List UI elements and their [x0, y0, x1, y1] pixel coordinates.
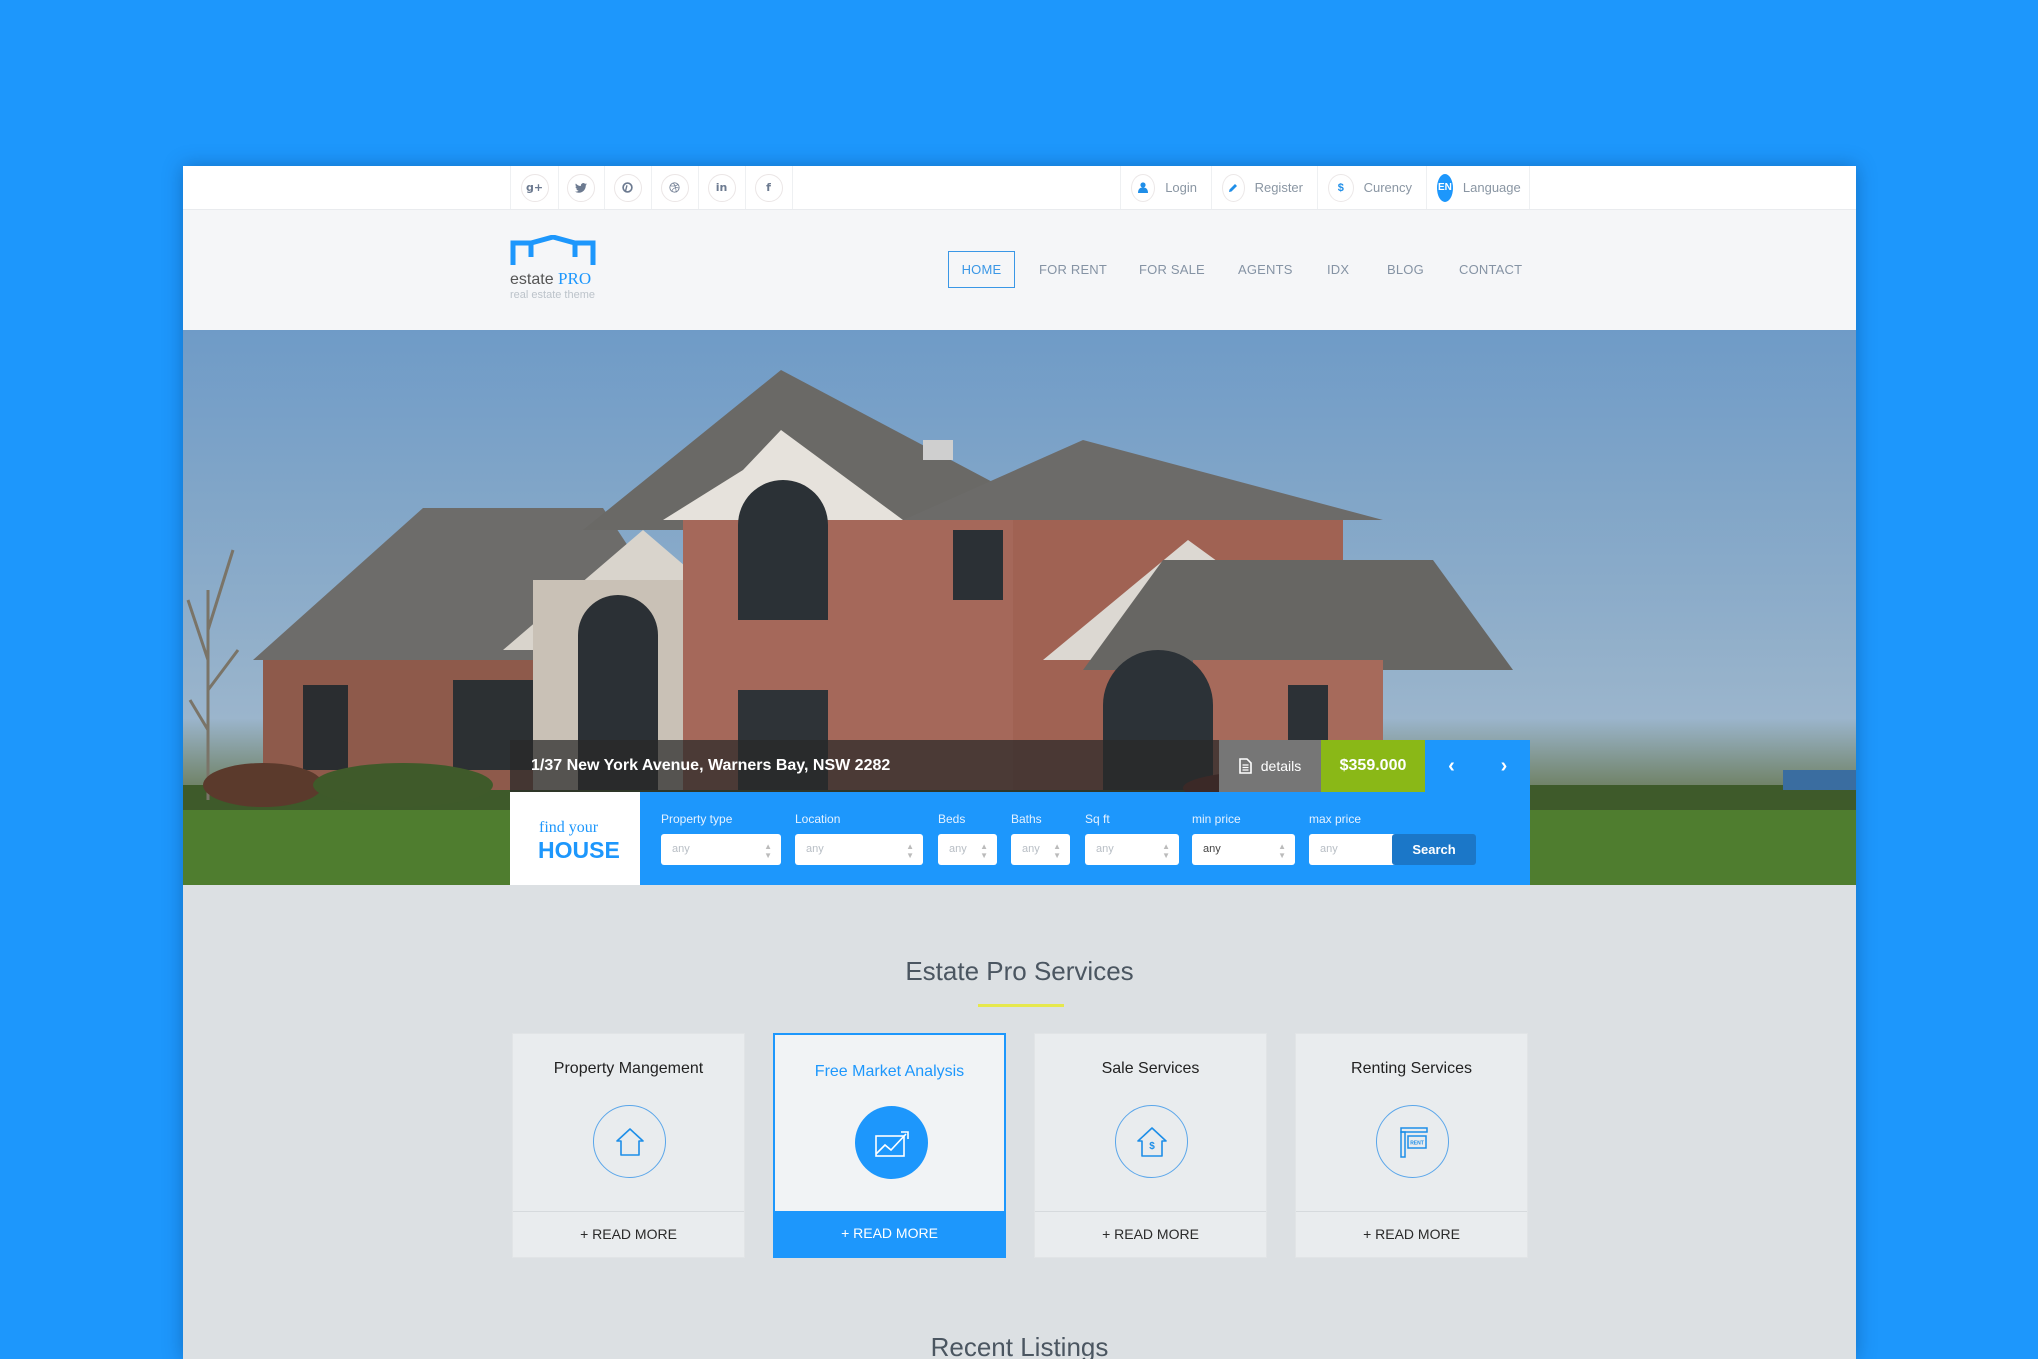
svg-text:$: $ — [1149, 1141, 1155, 1152]
nav-blog[interactable]: BLOG — [1387, 251, 1424, 288]
website-frame: g+ in f Login Register $ Curency EN Lang… — [183, 166, 1856, 1359]
main-header: estate PRO real estate theme HOME FOR RE… — [183, 210, 1856, 330]
dribbble-link[interactable] — [651, 166, 699, 209]
twitter-link[interactable] — [557, 166, 605, 209]
logo-text: estate PRO — [510, 269, 592, 288]
dollar-icon: $ — [1328, 173, 1354, 202]
nav-home[interactable]: HOME — [948, 251, 1015, 288]
language-selector[interactable]: EN Language — [1427, 166, 1530, 209]
login-link[interactable]: Login — [1120, 166, 1212, 209]
register-label: Register — [1254, 180, 1303, 195]
listing-address: 1/37 New York Avenue, Warners Bay, NSW 2… — [531, 757, 891, 774]
currency-label: Curency — [1363, 180, 1412, 195]
service-card-property-management[interactable]: Property Mangement + READ MORE — [512, 1033, 745, 1258]
language-label: Language — [1462, 180, 1521, 195]
updown-icon: ▲▼ — [1278, 842, 1286, 860]
updown-icon: ▲▼ — [764, 842, 772, 860]
chart-icon — [855, 1106, 928, 1179]
chevron-left-icon: ‹ — [1448, 754, 1455, 777]
min-price-select[interactable]: any ▲ ▼ — [1192, 834, 1295, 865]
hero-slider: 1/37 New York Avenue, Warners Bay, NSW 2… — [183, 330, 1856, 885]
location-label: Location — [795, 812, 841, 826]
svg-text:RENT: RENT — [1410, 1140, 1424, 1146]
currency-selector[interactable]: $ Curency — [1318, 166, 1427, 209]
recent-listings-heading: Recent Listings — [930, 1332, 1109, 1359]
google-plus-icon: g+ — [520, 173, 549, 202]
document-icon — [1238, 758, 1252, 774]
logo-roof-icon — [510, 235, 596, 265]
read-more-link[interactable]: + READ MORE — [1035, 1211, 1266, 1257]
find-your-text: find your — [539, 819, 599, 836]
beds-label: Beds — [938, 812, 966, 826]
baths-select[interactable]: any ▲ ▼ — [1011, 834, 1070, 865]
nav-contact[interactable]: CONTACT — [1459, 251, 1522, 288]
login-label: Login — [1165, 180, 1197, 195]
updown-icon: ▲▼ — [906, 842, 914, 860]
listing-caption: 1/37 New York Avenue, Warners Bay, NSW 2… — [510, 740, 1530, 792]
read-more-link[interactable]: + READ MORE — [1296, 1211, 1527, 1257]
service-card-title: Free Market Analysis — [814, 1063, 965, 1080]
house-text: HOUSE — [538, 837, 620, 863]
service-card-title: Renting Services — [1351, 1060, 1472, 1077]
house-dollar-icon: $ — [1115, 1105, 1188, 1178]
service-card-title: Property Mangement — [553, 1060, 704, 1077]
rent-sign-icon: RENT — [1376, 1105, 1449, 1178]
updown-icon: ▲▼ — [980, 842, 988, 860]
details-label: details — [1260, 758, 1302, 774]
max-price-label: max price — [1309, 812, 1362, 826]
nav-for-rent[interactable]: FOR RENT — [1039, 251, 1107, 288]
pinterest-link[interactable] — [604, 166, 652, 209]
nav-agents[interactable]: AGENTS — [1238, 251, 1293, 288]
details-button[interactable]: details — [1219, 740, 1321, 792]
facebook-icon: f — [754, 173, 783, 202]
read-more-link[interactable]: + READ MORE — [775, 1211, 1004, 1256]
google-plus-link[interactable]: g+ — [510, 166, 559, 209]
chevron-right-icon: › — [1500, 754, 1508, 777]
services-heading: Estate Pro Services — [905, 956, 1134, 986]
linkedin-icon: in — [707, 173, 736, 202]
pinterest-icon — [613, 173, 642, 202]
linkedin-link[interactable]: in — [698, 166, 746, 209]
sqft-label: Sq ft — [1085, 812, 1110, 826]
dribbble-icon — [660, 173, 689, 202]
listing-price: $359.000 — [1321, 740, 1425, 792]
heading-underline — [978, 1004, 1064, 1007]
baths-label: Baths — [1011, 812, 1042, 826]
top-bar: g+ in f Login Register $ Curency EN Lang… — [183, 166, 1856, 210]
updown-icon: ▲▼ — [1053, 842, 1061, 860]
sqft-select[interactable]: any ▲ ▼ — [1085, 834, 1179, 865]
service-card-market-analysis[interactable]: Free Market Analysis + READ MORE — [773, 1033, 1006, 1258]
updown-icon: ▲▼ — [1162, 842, 1170, 860]
service-card-sale-services[interactable]: Sale Services $ + READ MORE — [1034, 1033, 1267, 1258]
beds-select[interactable]: any ▲ ▼ — [938, 834, 997, 865]
service-card-renting-services[interactable]: Renting Services RENT + READ MORE — [1295, 1033, 1528, 1258]
nav-idx[interactable]: IDX — [1327, 251, 1349, 288]
property-type-select[interactable]: any ▲ ▼ — [661, 834, 781, 865]
nav-for-sale[interactable]: FOR SALE — [1139, 251, 1205, 288]
house-icon — [593, 1105, 666, 1178]
location-select[interactable]: any ▲ ▼ — [795, 834, 923, 865]
prev-slide-button[interactable]: ‹ — [1425, 740, 1479, 792]
language-badge: EN — [1437, 173, 1453, 202]
next-slide-button[interactable]: › — [1478, 740, 1530, 792]
service-card-title: Sale Services — [1101, 1060, 1200, 1077]
property-type-label: Property type — [661, 812, 733, 826]
logo[interactable]: estate PRO real estate theme — [510, 235, 610, 305]
read-more-link[interactable]: + READ MORE — [513, 1211, 744, 1257]
find-your-house-label: find your HOUSE — [510, 792, 640, 885]
logo-tagline: real estate theme — [510, 289, 595, 301]
user-icon — [1131, 173, 1156, 202]
min-price-label: min price — [1192, 812, 1241, 826]
pencil-icon — [1222, 173, 1245, 202]
search-button[interactable]: Search — [1392, 834, 1476, 865]
property-search-form: find your HOUSE Property type any ▲ ▼ Loca… — [510, 792, 1530, 885]
register-link[interactable]: Register — [1212, 166, 1318, 209]
facebook-link[interactable]: f — [745, 166, 793, 209]
twitter-icon — [566, 173, 595, 202]
